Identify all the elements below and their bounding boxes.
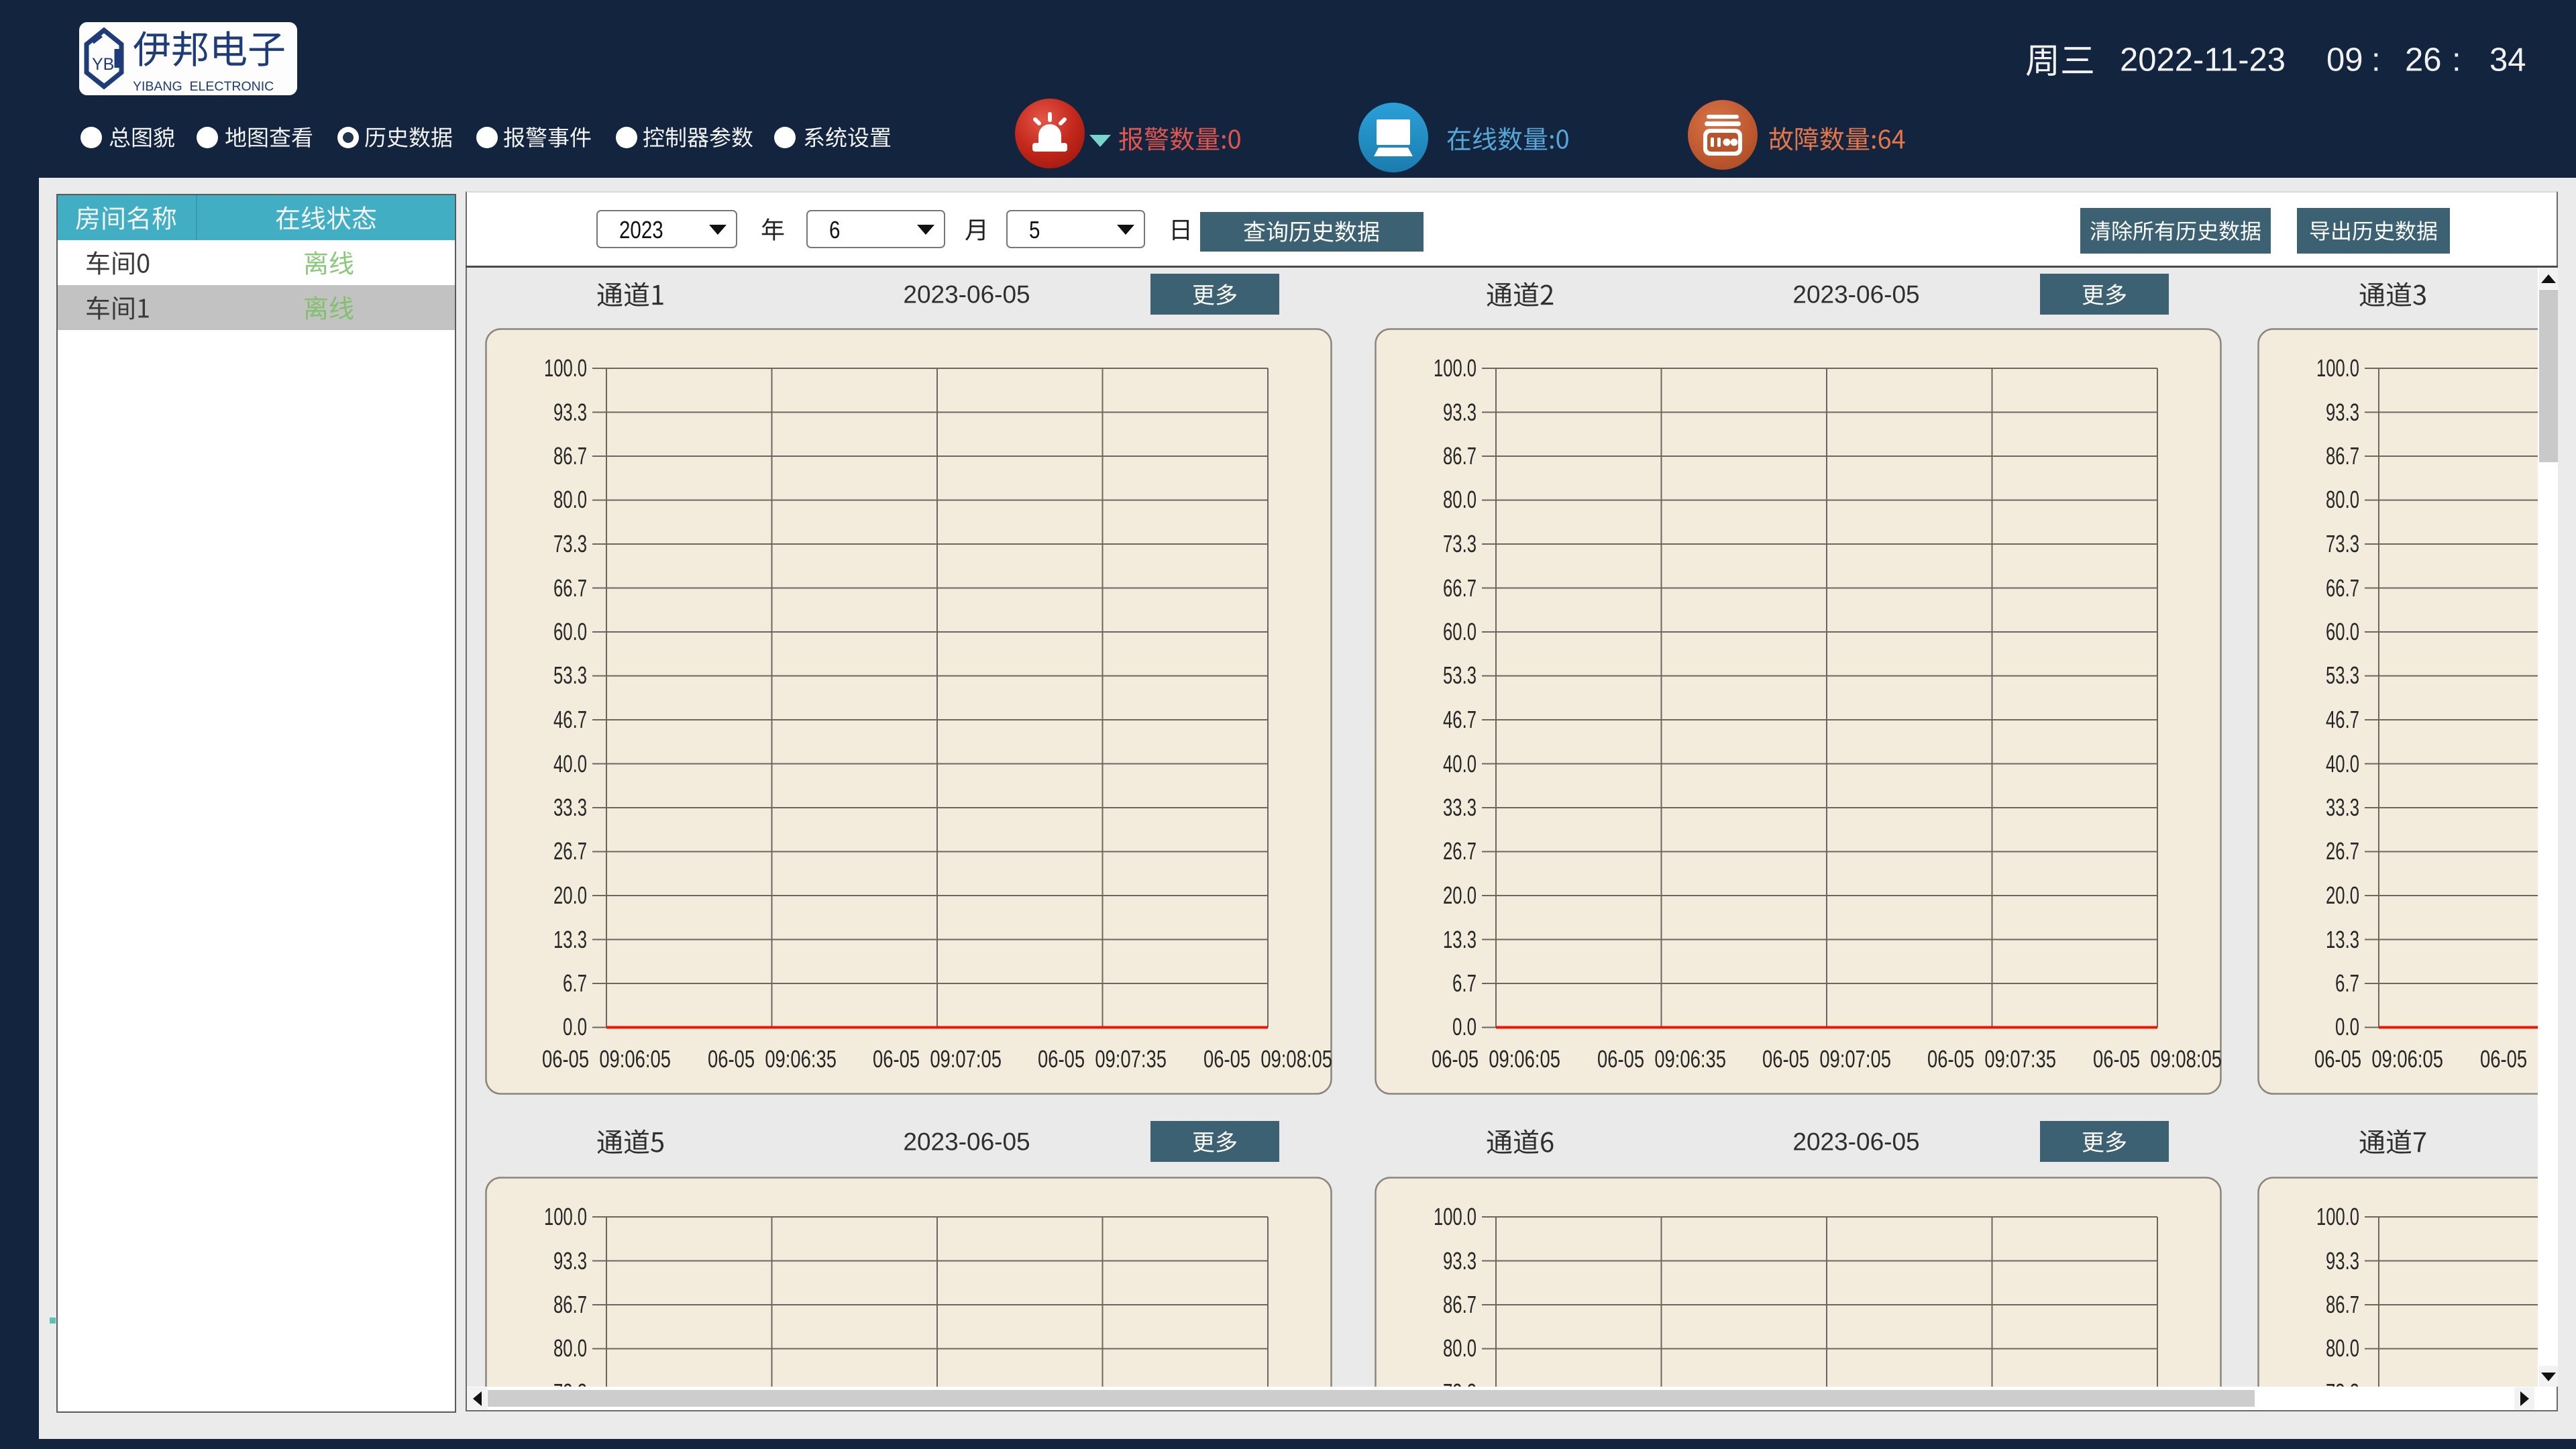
svg-text:YB: YB xyxy=(92,55,114,74)
svg-text:6.7: 6.7 xyxy=(1452,969,1477,997)
svg-text:46.7: 46.7 xyxy=(2326,706,2359,733)
svg-text:86.7: 86.7 xyxy=(2326,1291,2359,1318)
svg-text:100.0: 100.0 xyxy=(544,1203,587,1230)
svg-text:06-05 09:06:35: 06-05 09:06:35 xyxy=(708,1045,837,1073)
svg-text:06-05 09:08:05: 06-05 09:08:05 xyxy=(2093,1045,2222,1073)
svg-text:80.0: 80.0 xyxy=(1443,486,1477,513)
svg-text:80.0: 80.0 xyxy=(2326,1334,2359,1362)
svg-text:60.0: 60.0 xyxy=(2326,618,2359,645)
svg-text:93.3: 93.3 xyxy=(553,398,587,426)
svg-text:73.3: 73.3 xyxy=(553,530,587,557)
svg-text:33.3: 33.3 xyxy=(2326,794,2359,821)
svg-text:93.3: 93.3 xyxy=(1443,1247,1477,1275)
svg-text:93.3: 93.3 xyxy=(2326,398,2359,426)
svg-text:06-05 09:06:05: 06-05 09:06:05 xyxy=(542,1045,671,1073)
svg-text:06-05 09:06:35: 06-05 09:06:35 xyxy=(1597,1045,1726,1073)
svg-text:100.0: 100.0 xyxy=(2316,354,2359,382)
svg-text:06-05 09:07:05: 06-05 09:07:05 xyxy=(873,1045,1002,1073)
svg-text:86.7: 86.7 xyxy=(1443,442,1477,470)
svg-text:93.3: 93.3 xyxy=(1443,398,1477,426)
svg-text:60.0: 60.0 xyxy=(553,618,587,645)
svg-text:13.3: 13.3 xyxy=(553,926,587,953)
svg-text:80.0: 80.0 xyxy=(2326,486,2359,513)
svg-text:06-05 09:07:35: 06-05 09:07:35 xyxy=(1038,1045,1167,1073)
svg-text:53.3: 53.3 xyxy=(553,661,587,689)
svg-text:6.7: 6.7 xyxy=(563,969,587,997)
svg-text:100.0: 100.0 xyxy=(1434,1203,1477,1230)
svg-text:06-05 09:06:05: 06-05 09:06:05 xyxy=(1432,1045,1560,1073)
svg-text:100.0: 100.0 xyxy=(2316,1203,2359,1230)
svg-text:86.7: 86.7 xyxy=(553,1291,587,1318)
svg-text:100.0: 100.0 xyxy=(1434,354,1477,382)
svg-text:33.3: 33.3 xyxy=(1443,794,1477,821)
svg-text:80.0: 80.0 xyxy=(553,486,587,513)
svg-text:80.0: 80.0 xyxy=(553,1334,587,1362)
svg-text:06-05 09:07:05: 06-05 09:07:05 xyxy=(1762,1045,1891,1073)
svg-text:53.3: 53.3 xyxy=(1443,661,1477,689)
svg-text:86.7: 86.7 xyxy=(553,442,587,470)
svg-text:73.3: 73.3 xyxy=(2326,1379,2359,1387)
svg-text:26.7: 26.7 xyxy=(2326,837,2359,865)
svg-text:20.0: 20.0 xyxy=(2326,881,2359,909)
svg-text:YIBANG ELECTRONIC: YIBANG ELECTRONIC xyxy=(133,79,274,94)
svg-text:0.0: 0.0 xyxy=(563,1013,587,1040)
svg-text:80.0: 80.0 xyxy=(1443,1334,1477,1362)
svg-text:73.3: 73.3 xyxy=(1443,530,1477,557)
svg-text:73.3: 73.3 xyxy=(2326,530,2359,557)
svg-text:53.3: 53.3 xyxy=(2326,661,2359,689)
svg-text:66.7: 66.7 xyxy=(553,574,587,602)
svg-text:60.0: 60.0 xyxy=(1443,618,1477,645)
svg-text:20.0: 20.0 xyxy=(553,881,587,909)
svg-text:26.7: 26.7 xyxy=(553,837,587,865)
svg-text:0.0: 0.0 xyxy=(2335,1013,2359,1040)
svg-text:40.0: 40.0 xyxy=(553,750,587,777)
svg-text:13.3: 13.3 xyxy=(2326,926,2359,953)
svg-text:06-05 09:08:05: 06-05 09:08:05 xyxy=(1203,1045,1332,1073)
svg-text:86.7: 86.7 xyxy=(2326,442,2359,470)
svg-text:46.7: 46.7 xyxy=(1443,706,1477,733)
svg-text:46.7: 46.7 xyxy=(553,706,587,733)
svg-text:86.7: 86.7 xyxy=(1443,1291,1477,1318)
svg-text:73.3: 73.3 xyxy=(553,1379,587,1387)
svg-text:66.7: 66.7 xyxy=(2326,574,2359,602)
svg-text:20.0: 20.0 xyxy=(1443,881,1477,909)
svg-text:40.0: 40.0 xyxy=(1443,750,1477,777)
svg-text:06-05 09:06:05: 06-05 09:06:05 xyxy=(2314,1045,2443,1073)
svg-text:26.7: 26.7 xyxy=(1443,837,1477,865)
svg-text:66.7: 66.7 xyxy=(1443,574,1477,602)
svg-text:93.3: 93.3 xyxy=(553,1247,587,1275)
svg-text:93.3: 93.3 xyxy=(2326,1247,2359,1275)
svg-text:6.7: 6.7 xyxy=(2335,969,2359,997)
svg-text:13.3: 13.3 xyxy=(1443,926,1477,953)
svg-text:100.0: 100.0 xyxy=(544,354,587,382)
svg-text:33.3: 33.3 xyxy=(553,794,587,821)
svg-text:73.3: 73.3 xyxy=(1443,1379,1477,1387)
svg-text:0.0: 0.0 xyxy=(1452,1013,1477,1040)
svg-text:06-05 09:07:35: 06-05 09:07:35 xyxy=(1927,1045,2056,1073)
svg-text:40.0: 40.0 xyxy=(2326,750,2359,777)
svg-text:06-05 09:06:35: 06-05 09:06:35 xyxy=(2480,1045,2538,1073)
